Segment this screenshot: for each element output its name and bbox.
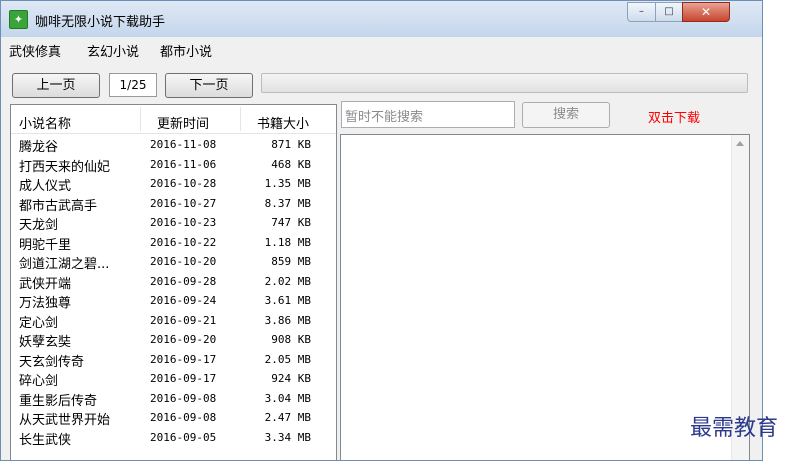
update-date: 2016-09-17	[150, 372, 217, 385]
book-size: 1.18 MB	[264, 235, 311, 249]
table-row[interactable]: 定心剑 2016-09-21 3.86 MB	[11, 311, 336, 331]
book-size: 2.05 MB	[264, 352, 311, 366]
novel-name: 从天武世界开始	[19, 413, 111, 428]
update-date: 2016-09-08	[150, 411, 217, 424]
prev-page-button[interactable]: 上一页	[12, 73, 100, 98]
window-title: 咖啡无限小说下载助手	[35, 15, 166, 30]
table-row[interactable]: 成人仪式 2016-10-28 1.35 MB	[11, 174, 336, 194]
book-size: 468 KB	[271, 157, 311, 171]
table-row[interactable]: 武侠开端 2016-09-28 2.02 MB	[11, 272, 336, 292]
update-date: 2016-09-28	[150, 274, 217, 288]
novel-name: 成人仪式	[19, 179, 72, 194]
result-textarea[interactable]	[340, 134, 750, 460]
novel-name: 天玄剑传奇	[19, 354, 85, 370]
novel-name: 明驼千里	[19, 237, 72, 253]
minimize-button[interactable]: –	[627, 2, 656, 22]
update-date: 2016-11-06	[150, 157, 217, 171]
novel-name: 武侠开端	[19, 276, 72, 292]
title-bar[interactable]: ✦ 咖啡无限小说下载助手 – □ ✕	[1, 1, 762, 37]
update-date: 2016-10-28	[150, 177, 217, 190]
update-date: 2016-09-24	[150, 294, 217, 307]
update-date: 2016-09-17	[150, 352, 217, 366]
update-date: 2016-09-08	[150, 391, 217, 405]
novel-name: 打西天来的仙妃	[19, 159, 111, 175]
book-size: 2.02 MB	[264, 274, 311, 288]
table-row[interactable]: 剑道江湖之碧... 2016-10-20 859 MB	[11, 252, 336, 272]
novel-name: 腾龙谷	[19, 140, 59, 155]
table-row[interactable]: 明驼千里 2016-10-22 1.18 MB	[11, 233, 336, 253]
update-date: 2016-10-22	[150, 235, 217, 249]
menu-bar: 武侠修真 玄幻小说 都市小说	[1, 37, 762, 61]
search-input[interactable]: 暂时不能搜索	[341, 101, 515, 128]
update-date: 2016-10-20	[150, 255, 217, 268]
book-size: 924 KB	[271, 372, 311, 385]
table-row[interactable]: 腾龙谷 2016-11-08 871 KB	[11, 135, 336, 155]
search-button[interactable]: 搜索	[522, 102, 610, 128]
book-size: 859 MB	[271, 255, 311, 268]
table-row[interactable]: 妖孽玄奘 2016-09-20 908 KB	[11, 330, 336, 350]
update-date: 2016-11-08	[150, 138, 217, 151]
table-row[interactable]: 天玄剑传奇 2016-09-17 2.05 MB	[11, 350, 336, 370]
book-size: 908 KB	[271, 333, 311, 346]
novel-name: 妖孽玄奘	[19, 335, 72, 350]
list-header: 小说名称 更新时间 书籍大小	[11, 105, 336, 134]
menu-wuxia[interactable]: 武侠修真	[9, 41, 61, 60]
main-window: ✦ 咖啡无限小说下载助手 – □ ✕ 武侠修真 玄幻小说 都市小说 上一页 1/…	[0, 0, 763, 461]
table-row[interactable]: 万法独尊 2016-09-24 3.61 MB	[11, 291, 336, 311]
book-size: 3.04 MB	[264, 391, 311, 405]
table-row[interactable]: 碎心剑 2016-09-17 924 KB	[11, 369, 336, 389]
book-size: 2.47 MB	[264, 411, 311, 424]
table-row[interactable]: 天龙剑 2016-10-23 747 KB	[11, 213, 336, 233]
book-size: 3.61 MB	[264, 294, 311, 307]
column-header-size[interactable]: 书籍大小	[257, 113, 309, 132]
double-click-hint: 双击下载	[648, 111, 701, 126]
menu-xuanhuan[interactable]: 玄幻小说	[87, 41, 139, 60]
novel-name: 万法独尊	[19, 296, 72, 311]
book-size: 3.86 MB	[264, 313, 311, 327]
novel-name: 长生武侠	[19, 432, 72, 448]
update-date: 2016-09-05	[150, 430, 217, 444]
scroll-up-arrow-icon[interactable]	[736, 141, 744, 146]
maximize-button[interactable]: □	[655, 2, 683, 22]
table-row[interactable]: 从天武世界开始 2016-09-08 2.47 MB	[11, 408, 336, 428]
table-row[interactable]: 都市古武高手 2016-10-27 8.37 MB	[11, 194, 336, 214]
novel-list[interactable]: 小说名称 更新时间 书籍大小 腾龙谷 2016-11-08 871 KB 打西天来的仙…	[10, 104, 337, 460]
novel-name: 剑道江湖之碧...	[19, 257, 110, 272]
menu-dushi[interactable]: 都市小说	[160, 41, 212, 60]
book-size: 871 KB	[271, 138, 311, 151]
watermark: 最需教育	[690, 416, 779, 441]
app-icon: ✦	[9, 10, 28, 29]
page-indicator: 1/25	[109, 73, 157, 97]
novel-name: 碎心剑	[19, 374, 59, 389]
close-button[interactable]: ✕	[682, 2, 730, 22]
book-size: 8.37 MB	[264, 196, 311, 210]
update-date: 2016-09-21	[150, 313, 217, 327]
book-size: 3.34 MB	[264, 430, 311, 444]
table-row[interactable]: 长生武侠 2016-09-05 3.34 MB	[11, 428, 336, 448]
table-row[interactable]: 打西天来的仙妃 2016-11-06 468 KB	[11, 155, 336, 175]
column-header-name[interactable]: 小说名称	[19, 113, 71, 132]
novel-name: 定心剑	[19, 315, 59, 331]
novel-name: 重生影后传奇	[19, 393, 98, 409]
column-header-date[interactable]: 更新时间	[157, 113, 209, 132]
update-date: 2016-09-20	[150, 333, 217, 346]
novel-name: 都市古武高手	[19, 198, 98, 214]
book-size: 747 KB	[271, 216, 311, 229]
book-size: 1.35 MB	[264, 177, 311, 190]
table-row[interactable]: 重生影后传奇 2016-09-08 3.04 MB	[11, 389, 336, 409]
next-page-button[interactable]: 下一页	[165, 73, 253, 98]
download-progress-bar	[261, 73, 748, 93]
update-date: 2016-10-27	[150, 196, 217, 210]
novel-name: 天龙剑	[19, 218, 59, 233]
update-date: 2016-10-23	[150, 216, 217, 229]
